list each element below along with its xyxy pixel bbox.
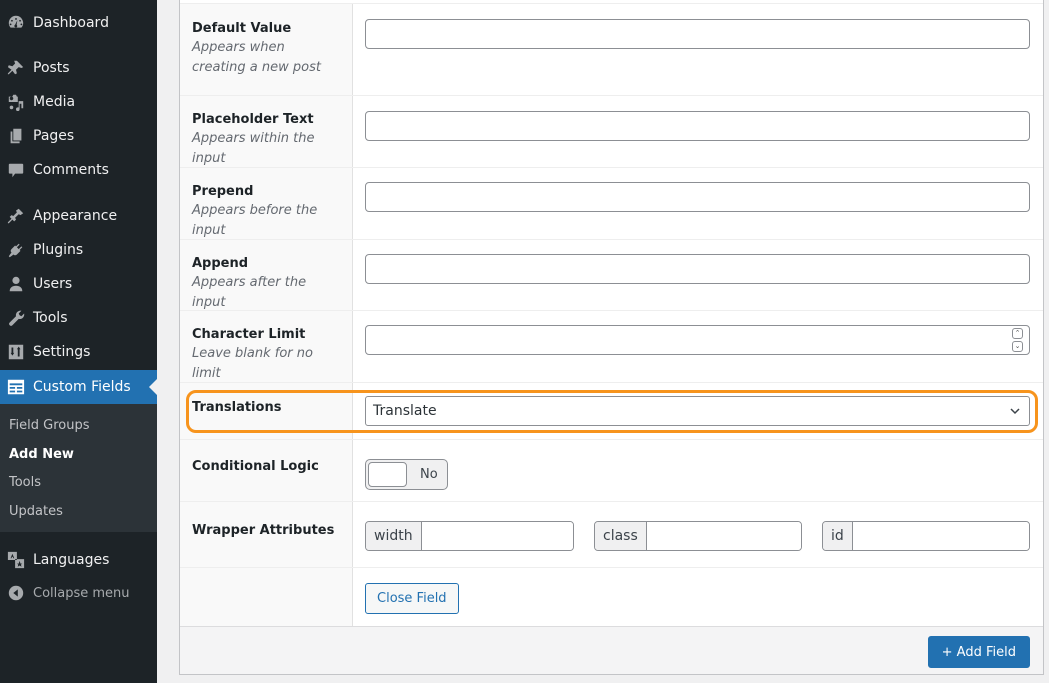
wrapper-class-input[interactable] [646, 522, 801, 550]
decrement-icon[interactable]: ⌄ [1012, 341, 1023, 352]
wrapper-width-group: width ⌃ ⌄ % [365, 521, 574, 551]
append-input[interactable] [365, 254, 1030, 284]
conditional-logic-toggle[interactable]: No [365, 459, 448, 490]
sidebar-item-label: Appearance [33, 208, 118, 224]
pin-icon [6, 58, 26, 78]
translation-icon [6, 550, 26, 570]
sidebar-item-label: Dashboard [33, 15, 109, 31]
wrapper-class-group: class [594, 521, 802, 551]
user-icon [6, 274, 26, 294]
sidebar-item-label: Posts [33, 60, 70, 76]
collapse-menu-label: Collapse menu [33, 585, 130, 601]
default-value-input[interactable] [365, 19, 1030, 49]
row-default-value: Default Value Appears when creating a ne… [180, 3, 1043, 95]
sidebar-item-languages[interactable]: Languages [0, 543, 157, 577]
sidebar-item-comments[interactable]: Comments [0, 153, 157, 187]
row-translations: Translations Translate [180, 382, 1043, 439]
sidebar-item-plugins[interactable]: Plugins [0, 233, 157, 267]
dashboard-icon [6, 13, 26, 33]
sidebar-item-appearance[interactable]: Appearance [0, 199, 157, 233]
collapse-menu-button[interactable]: Collapse menu [0, 576, 157, 610]
row-append: Append Appears after the input [180, 239, 1043, 310]
increment-icon[interactable]: ⌃ [1012, 328, 1023, 339]
chevron-down-icon [1010, 408, 1020, 415]
width-addon: width [366, 522, 422, 550]
field-label: Default Value [192, 21, 292, 36]
wrapper-width-input[interactable] [421, 522, 573, 550]
collapse-arrow-icon [6, 583, 26, 603]
submenu-field-groups[interactable]: Field Groups [0, 412, 157, 441]
row-wrapper-attributes: Wrapper Attributes width ⌃ ⌄ % class id [180, 501, 1043, 567]
sidebar-item-label: Plugins [33, 242, 84, 258]
panel-footer: + Add Field [180, 626, 1043, 674]
wrapper-id-input[interactable] [852, 522, 1029, 550]
sidebar-item-settings[interactable]: Settings [0, 335, 157, 369]
paintbrush-icon [6, 206, 26, 226]
sidebar-item-label: Media [33, 94, 76, 110]
sidebar-item-label: Pages [33, 128, 75, 144]
field-label: Translations [192, 400, 282, 415]
sidebar-item-dashboard[interactable]: Dashboard [0, 6, 157, 40]
pages-icon [6, 126, 26, 146]
sidebar-item-label: Settings [33, 344, 91, 360]
sidebar-item-pages[interactable]: Pages [0, 119, 157, 153]
sidebar-item-label: Languages [33, 552, 110, 568]
media-icon [6, 92, 26, 112]
field-label: Placeholder Text [192, 112, 314, 127]
wrapper-id-group: id [822, 521, 1030, 551]
field-settings-panel: Default Value Appears when creating a ne… [179, 0, 1044, 675]
field-label: Append [192, 256, 249, 271]
add-field-button[interactable]: + Add Field [927, 636, 1030, 668]
row-character-limit: Character Limit Leave blank for no limit… [180, 310, 1043, 382]
close-field-button[interactable]: Close Field [365, 583, 459, 614]
row-conditional-logic: Conditional Logic No [180, 439, 1043, 501]
character-limit-input[interactable] [365, 325, 1030, 355]
field-description: Leave blank for no limit [192, 346, 313, 381]
toggle-knob [368, 462, 407, 487]
sidebar-item-tools[interactable]: Tools [0, 301, 157, 335]
field-description: Appears before the input [192, 203, 318, 238]
prepend-input[interactable] [365, 182, 1030, 212]
translations-selected-value: Translate [373, 403, 437, 419]
translations-select[interactable]: Translate [365, 396, 1030, 426]
row-close-field: Close Field [180, 567, 1043, 627]
sidebar-item-users[interactable]: Users [0, 267, 157, 301]
sidebar-item-label: Custom Fields [33, 379, 131, 395]
settings-icon [6, 342, 26, 362]
field-label: Character Limit [192, 327, 306, 342]
custom-fields-submenu: Field Groups Add New Tools Updates [0, 404, 157, 532]
placeholder-text-input[interactable] [365, 111, 1030, 141]
sidebar-item-label: Tools [33, 310, 68, 326]
custom-fields-icon [6, 377, 26, 397]
class-addon: class [595, 522, 647, 550]
toggle-label: No [420, 467, 438, 482]
field-label: Wrapper Attributes [192, 523, 335, 538]
plugin-icon [6, 240, 26, 260]
sidebar-item-posts[interactable]: Posts [0, 51, 157, 85]
submenu-add-new[interactable]: Add New [0, 441, 157, 470]
field-label: Prepend [192, 184, 254, 199]
number-spinner[interactable]: ⌃ ⌄ [1012, 328, 1023, 352]
sidebar-item-label: Users [33, 276, 73, 292]
id-addon: id [823, 522, 853, 550]
field-description: Appears within the input [192, 131, 315, 166]
sidebar-item-media[interactable]: Media [0, 85, 157, 119]
field-description: Appears after the input [192, 275, 307, 310]
field-label: Conditional Logic [192, 459, 319, 474]
sidebar-item-custom-fields[interactable]: Custom Fields [0, 370, 157, 404]
row-prepend: Prepend Appears before the input [180, 167, 1043, 239]
sidebar-item-label: Comments [33, 162, 109, 178]
row-placeholder-text: Placeholder Text Appears within the inpu… [180, 95, 1043, 167]
comment-icon [6, 160, 26, 180]
field-description: Appears when creating a new post [192, 40, 321, 75]
submenu-updates[interactable]: Updates [0, 498, 157, 527]
wrench-icon [6, 308, 26, 328]
submenu-tools[interactable]: Tools [0, 469, 157, 498]
admin-sidebar: Dashboard Posts Media Pages Comments App… [0, 0, 157, 683]
